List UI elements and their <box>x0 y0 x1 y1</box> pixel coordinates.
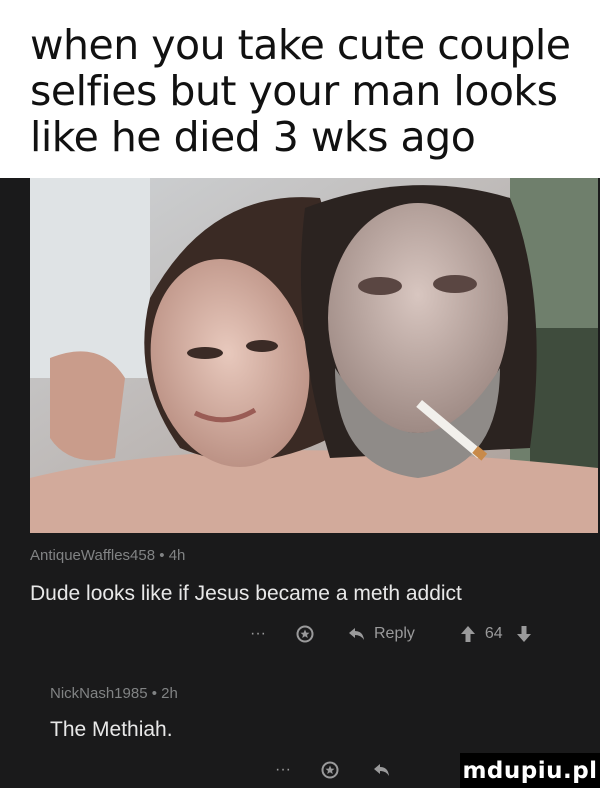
meme-caption-panel: when you take cute couple selfies but yo… <box>0 0 600 178</box>
comment-2-meta: NickNash1985 • 2h <box>50 685 178 702</box>
selfie-image <box>30 178 598 533</box>
selfie-photo <box>30 178 598 533</box>
award-button[interactable] <box>296 625 314 643</box>
comment-2-username[interactable]: NickNash1985 <box>50 685 148 702</box>
reply-label: Reply <box>373 625 415 642</box>
downvote-arrow-icon <box>516 626 531 642</box>
award-icon <box>321 761 339 779</box>
award-icon <box>296 625 314 643</box>
reply-icon <box>348 628 364 640</box>
comment-section: AntiqueWaffles458 • 4h Dude looks like i… <box>0 533 600 788</box>
caption-line-1: when you take cute couple <box>30 21 571 69</box>
site-watermark: mdupiu.pl <box>460 753 600 788</box>
upvote-arrow-icon <box>460 626 475 642</box>
caption-line-2: selfies but your man looks <box>30 67 558 115</box>
meme-caption: when you take cute couple selfies but yo… <box>30 22 590 160</box>
comment-1-age: 4h <box>168 547 186 564</box>
comment-2-age: 2h <box>161 685 178 702</box>
more-options-button[interactable]: ··· <box>275 761 291 779</box>
comment-1-meta: AntiqueWaffles458 • 4h <box>30 547 185 564</box>
comment-1-username[interactable]: AntiqueWaffles458 <box>30 547 155 564</box>
comment-1-separator: • <box>159 547 165 564</box>
reply-button[interactable]: Reply <box>348 625 415 643</box>
upvote-button[interactable] <box>460 626 475 642</box>
downvote-button[interactable] <box>516 626 531 642</box>
comment-2-separator: • <box>151 685 157 702</box>
caption-line-3: like he died 3 wks ago <box>30 113 476 161</box>
vote-score: 64 <box>484 625 503 642</box>
reply-button[interactable] <box>373 762 391 778</box>
comment-1-body: Dude looks like if Jesus became a meth a… <box>30 582 462 605</box>
comment-2-body: The Methiah. <box>50 718 173 741</box>
award-button[interactable] <box>321 761 339 779</box>
comment-1-actions: ··· Reply 64 <box>250 625 531 643</box>
more-options-button[interactable]: ··· <box>250 625 266 643</box>
reply-icon <box>373 764 389 776</box>
comment-2-actions: ··· <box>275 761 391 779</box>
